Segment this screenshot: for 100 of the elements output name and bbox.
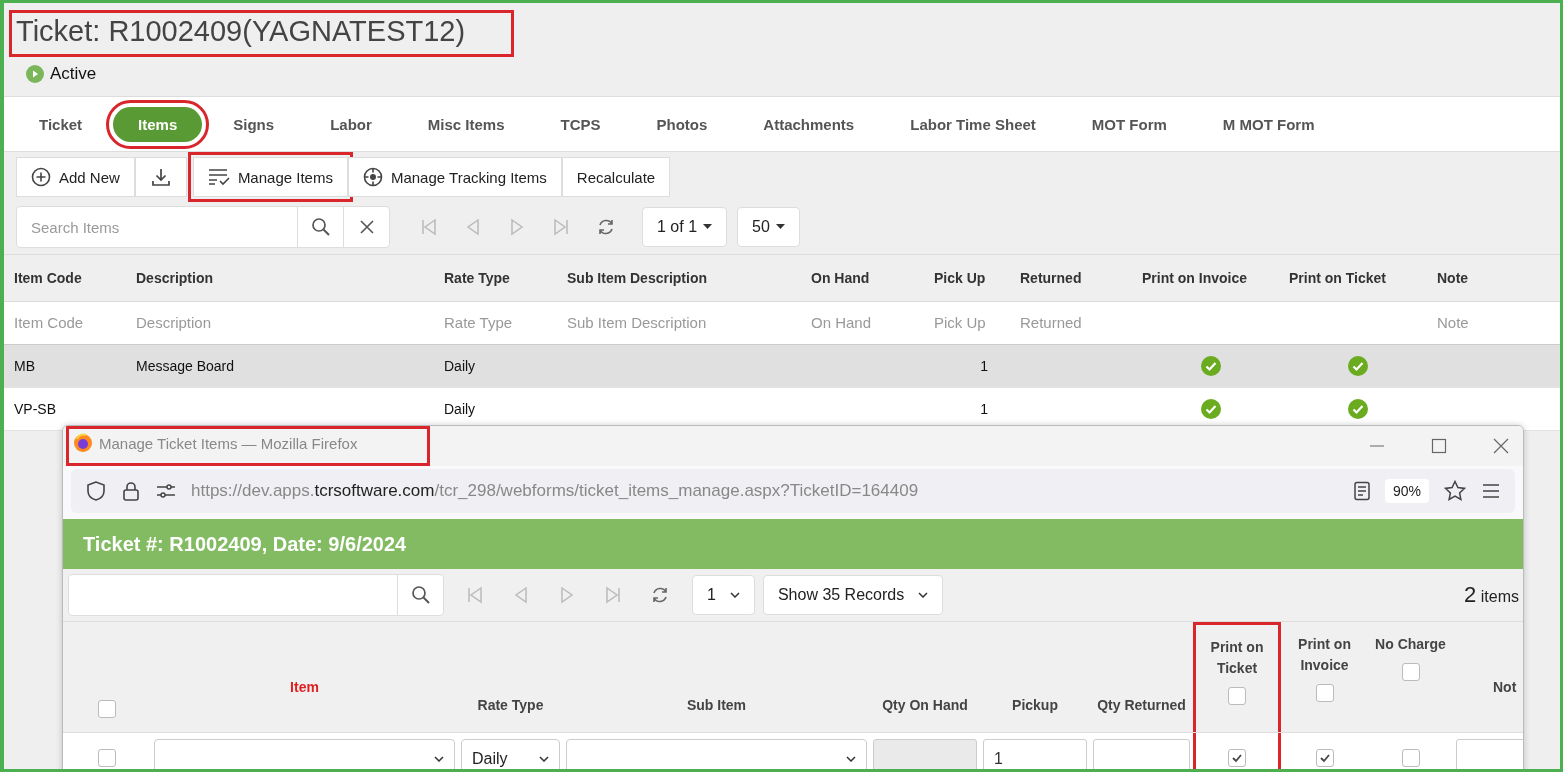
page-select[interactable]: 1 [692,575,755,615]
previous-page-icon[interactable] [512,586,530,604]
table-cell: 1 [980,401,988,417]
caret-icon [775,224,785,230]
crosshair-circle-icon [362,167,383,187]
manage-tracking-button[interactable]: Manage Tracking Items [347,157,562,197]
column-checkbox[interactable] [1401,663,1420,681]
table-row[interactable]: MB Message Board Daily 1 [4,345,1560,388]
column-header[interactable]: Pick Up [924,270,1010,286]
column-header[interactable]: Print on Ticket [1279,270,1427,286]
tab[interactable]: M MOT Form [1197,106,1340,142]
chevron-down-icon [539,756,549,762]
star-icon[interactable] [1443,479,1467,503]
play-circle-icon [26,65,44,83]
search-field[interactable]: Search Items [16,206,390,248]
address-bar[interactable]: https://dev.apps.tcrsoftware.com/tcr_298/webforms/ticket_items_manage.aspx?TicketID=164409 90% [71,469,1515,513]
tab[interactable]: TCPS [535,106,626,142]
tab[interactable]: Attachments [738,106,880,142]
input-field[interactable] [1093,739,1190,769]
select-field[interactable] [154,739,455,769]
plus-circle-icon [31,167,51,187]
download-icon [149,166,172,188]
shield-icon[interactable] [85,480,107,502]
window-title: Manage Ticket Items — Mozilla Firefox [99,434,358,452]
column-header[interactable]: Rate Type [434,270,557,286]
select-all-checkbox[interactable] [98,700,116,718]
reader-view-icon[interactable] [1352,481,1371,501]
tab[interactable]: Ticket [14,106,108,142]
refresh-icon[interactable] [650,585,670,605]
table-cell: VP-SB [14,401,56,417]
search-field[interactable] [68,574,444,616]
records-select[interactable]: Show 35 Records [762,575,944,615]
close-icon[interactable] [1493,438,1509,454]
caret-icon [703,224,713,230]
row-checkbox[interactable] [1315,749,1334,767]
lock-icon[interactable] [121,480,141,502]
zoom-level[interactable]: 90% [1384,479,1429,503]
first-page-icon[interactable] [420,218,438,236]
row-checkbox[interactable] [1401,749,1420,767]
column-header: Sub Item [686,696,747,715]
table-cell: Daily [444,401,476,417]
next-page-icon[interactable] [508,218,526,236]
first-page-icon[interactable] [466,586,484,604]
item-count: 2 items [1464,582,1519,608]
refresh-icon[interactable] [596,217,616,237]
column-header: Print on Ticket [1209,638,1265,678]
filter-field[interactable]: Item Code [14,314,115,331]
page-size-dropdown[interactable]: 50 [737,207,800,247]
select-field[interactable] [566,739,867,769]
tab[interactable]: Labor Time Sheet [885,106,1061,142]
filter-field[interactable]: Sub Item Description [567,314,778,331]
filter-field[interactable]: Rate Type [444,314,546,331]
column-header: Rate Type [477,696,544,715]
column-header: Print on Invoice [1297,635,1352,675]
download-button[interactable] [134,157,187,197]
column-header: Qty On Hand [882,696,968,715]
column-header[interactable]: Description [126,270,434,286]
filter-field[interactable]: Pick Up [934,314,1003,331]
tab[interactable]: Photos [631,106,733,142]
column-header: Not [1493,678,1517,697]
maximize-icon[interactable] [1431,438,1447,454]
next-page-icon[interactable] [558,586,576,604]
chevron-down-icon [846,756,856,762]
page-dropdown[interactable]: 1 of 1 [642,207,728,247]
column-header: Pickup [1012,696,1058,715]
checkmark-icon [1231,752,1243,764]
url-text: https://dev.apps.tcrsoftware.com/tcr_298/webforms/ticket_items_manage.aspx?TicketID=164409 [191,481,919,501]
previous-page-icon[interactable] [464,218,482,236]
column-header[interactable]: Note [1427,270,1547,286]
filter-field[interactable]: Note [1437,314,1536,331]
page-title: Ticket: R1002409(YAGNATEST12) [12,13,512,54]
last-page-icon[interactable] [552,218,570,236]
tab[interactable]: Misc Items [402,106,530,142]
input-field[interactable]: 1 [983,739,1087,769]
filter-field[interactable]: Returned [1020,314,1121,331]
column-header[interactable]: Sub Item Description [557,270,801,286]
tab[interactable]: Labor [305,106,397,142]
recalculate-button[interactable]: Recalculate [561,157,671,197]
row-checkbox[interactable] [1228,749,1246,767]
sliders-icon[interactable] [155,482,177,500]
chevron-down-icon [918,592,929,598]
filter-field[interactable]: Description [136,314,405,331]
last-page-icon[interactable] [604,586,622,604]
checkmark-icon [1318,752,1331,764]
column-header[interactable]: Print on Invoice [1132,270,1279,286]
menu-icon[interactable] [1481,483,1501,499]
browser-logo-icon [73,433,93,453]
close-icon [358,219,375,235]
column-header[interactable]: Item Code [4,270,126,286]
column-header[interactable]: Returned [1010,270,1132,286]
tab[interactable]: Signs [208,106,300,142]
column-checkbox[interactable] [1315,684,1334,702]
search-input[interactable]: Search Items [17,207,297,247]
filter-field[interactable]: On Hand [811,314,913,331]
row-checkbox[interactable] [98,749,116,767]
add-new-button[interactable]: Add New [16,157,135,197]
tab[interactable]: MOT Form [1066,106,1192,142]
column-checkbox[interactable] [1228,687,1246,705]
column-header[interactable]: On Hand [801,270,924,286]
select-field[interactable]: Daily [461,739,560,769]
